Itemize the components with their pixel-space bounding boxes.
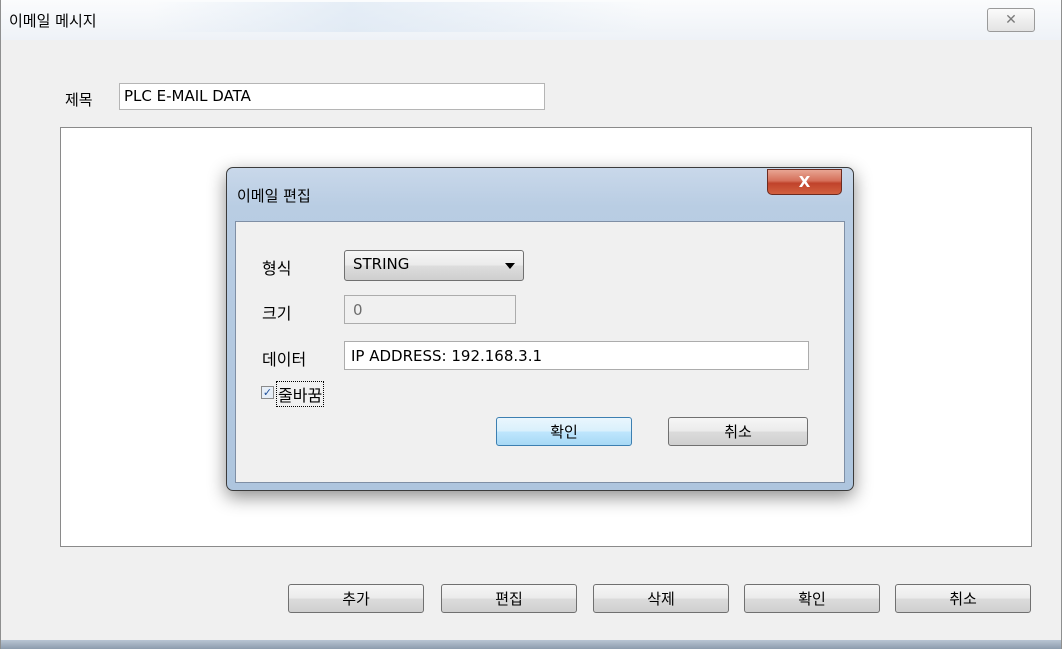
wrap-checkbox[interactable]: ✓	[261, 386, 274, 399]
close-icon: ✕	[1005, 12, 1017, 28]
close-icon: X	[798, 173, 811, 191]
size-input: 0	[344, 295, 516, 324]
dropdown-arrow-icon	[505, 263, 515, 269]
data-input[interactable]: IP ADDRESS: 192.168.3.1	[344, 341, 809, 370]
dialog-title: 이메일 편집	[237, 187, 311, 205]
format-select-value: STRING	[353, 255, 410, 273]
ok-button[interactable]: 확인	[744, 584, 880, 613]
wrap-checkbox-label[interactable]: 줄바꿈	[275, 381, 325, 407]
dialog-cancel-button[interactable]: 취소	[668, 417, 808, 446]
size-label: 크기	[262, 304, 292, 323]
email-edit-dialog: 이메일 편집 X 형식 STRING 크기 0 데이터 IP ADDRESS: …	[226, 167, 854, 491]
format-label: 형식	[262, 259, 292, 278]
window-close-button[interactable]: ✕	[987, 8, 1035, 32]
window-title: 이메일 메시지	[9, 12, 97, 30]
subject-label: 제목	[65, 91, 93, 109]
dialog-ok-button[interactable]: 확인	[496, 417, 632, 446]
edit-button[interactable]: 편집	[441, 584, 577, 613]
window-bottom-border	[1, 640, 1061, 649]
dialog-close-button[interactable]: X	[767, 169, 842, 195]
dialog-content: 형식 STRING 크기 0 데이터 IP ADDRESS: 192.168.3…	[235, 221, 845, 483]
window-titlebar: 이메일 메시지 ✕	[1, 0, 1061, 40]
titlebar-glass	[151, 2, 651, 32]
format-select[interactable]: STRING	[344, 250, 524, 281]
subject-input[interactable]: PLC E-MAIL DATA	[119, 83, 545, 110]
data-label: 데이터	[262, 350, 307, 369]
add-button[interactable]: 추가	[288, 584, 424, 613]
delete-button[interactable]: 삭제	[593, 584, 729, 613]
cancel-button[interactable]: 취소	[895, 584, 1031, 613]
